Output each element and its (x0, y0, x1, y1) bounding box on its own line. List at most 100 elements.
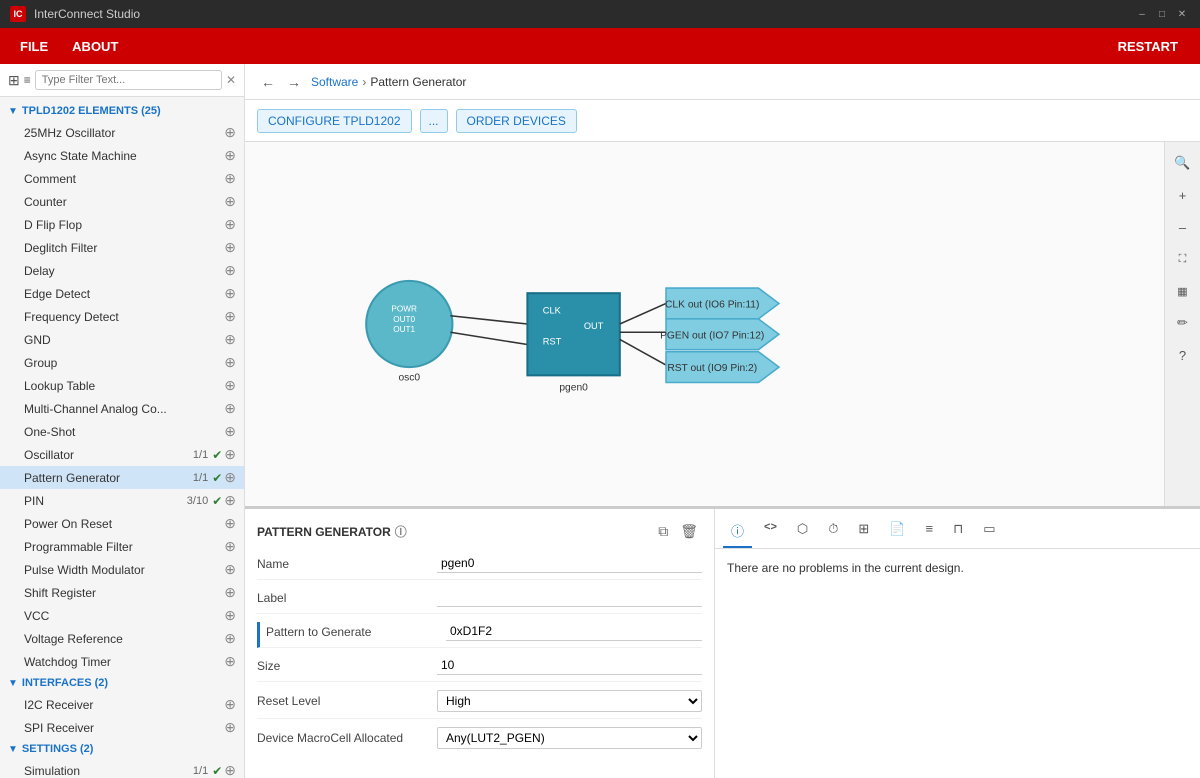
sidebar-item-voltref[interactable]: Voltage Reference⊕ (0, 627, 244, 650)
sidebar-item-pattergen[interactable]: Pattern Generator1/1✔⊕ (0, 466, 244, 489)
add-freq-icon[interactable]: ⊕ (224, 308, 236, 325)
sidebar-item-freq[interactable]: Frequency Detect⊕ (0, 305, 244, 328)
sidebar-item-multichan[interactable]: Multi-Channel Analog Co...⊕ (0, 397, 244, 420)
sidebar-item-edge[interactable]: Edge Detect⊕ (0, 282, 244, 305)
sidebar-item-comment[interactable]: Comment⊕ (0, 167, 244, 190)
sidebar-item-gnd[interactable]: GND⊕ (0, 328, 244, 351)
sidebar-item-dflip[interactable]: D Flip Flop⊕ (0, 213, 244, 236)
tab-list[interactable]: ≡ (917, 515, 941, 548)
sidebar-item-pwm[interactable]: Pulse Width Modulator⊕ (0, 558, 244, 581)
add-watchdog-icon[interactable]: ⊕ (224, 653, 236, 670)
properties-delete-button[interactable]: 🗑 (676, 521, 702, 542)
tab-params[interactable]: ⊞ (850, 515, 877, 548)
tab-timing[interactable]: ⊓ (945, 515, 971, 548)
tpld-section-header[interactable]: ▼ TPLD1202 ELEMENTS (25) (0, 101, 244, 121)
configure-tpld-button[interactable]: CONFIGURE TPLD1202 (257, 109, 412, 133)
sidebar-item-simulation[interactable]: Simulation1/1✔⊕ (0, 759, 244, 778)
add-shiftreg-icon[interactable]: ⊕ (224, 584, 236, 601)
add-delay-icon[interactable]: ⊕ (224, 262, 236, 279)
add-25mhz-icon[interactable]: ⊕ (224, 124, 236, 141)
name-input[interactable] (437, 554, 702, 573)
add-comment-icon[interactable]: ⊕ (224, 170, 236, 187)
sidebar-item-delay[interactable]: Delay⊕ (0, 259, 244, 282)
back-button[interactable]: ← (257, 74, 279, 90)
settings-section-header[interactable]: ▼ SETTINGS (2) (0, 739, 244, 759)
sidebar-item-group[interactable]: Group⊕ (0, 351, 244, 374)
sidebar-item-async[interactable]: Async State Machine⊕ (0, 144, 244, 167)
sidebar-item-watchdog[interactable]: Watchdog Timer⊕ (0, 650, 244, 673)
tab-history[interactable]: ⏱ (820, 515, 846, 548)
pattern-label: Pattern to Generate (266, 625, 446, 639)
sidebar-item-progfilt[interactable]: Programmable Filter⊕ (0, 535, 244, 558)
sidebar-item-spi[interactable]: SPI Receiver⊕ (0, 716, 244, 739)
sidebar-item-25mhz[interactable]: 25MHz Oscillator⊕ (0, 121, 244, 144)
add-group-icon[interactable]: ⊕ (224, 354, 236, 371)
forward-button[interactable]: → (283, 74, 305, 90)
order-devices-button[interactable]: ORDER DEVICES (456, 109, 577, 133)
more-button[interactable]: ... (420, 109, 448, 133)
pen-tool-button[interactable]: ✏ (1170, 310, 1196, 336)
zoom-out-tool-button[interactable]: – (1170, 214, 1196, 240)
add-counter-icon[interactable]: ⊕ (224, 193, 236, 210)
zoom-in-tool-button[interactable]: + (1170, 182, 1196, 208)
sidebar-item-oneshot[interactable]: One-Shot⊕ (0, 420, 244, 443)
add-spi-icon[interactable]: ⊕ (224, 719, 236, 736)
device-macro-select[interactable]: Any(LUT2_PGEN) (437, 727, 702, 749)
pattern-input[interactable] (446, 622, 702, 641)
restart-button[interactable]: RESTART (1106, 35, 1190, 58)
grid-tool-button[interactable]: ▦ (1170, 278, 1196, 304)
add-oneshot-icon[interactable]: ⊕ (224, 423, 236, 440)
add-pin-icon[interactable]: ⊕ (224, 492, 236, 509)
add-edge-icon[interactable]: ⊕ (224, 285, 236, 302)
reset-level-select[interactable]: High Low (437, 690, 702, 712)
properties-copy-button[interactable]: ⧉ (654, 521, 672, 542)
add-vcc-icon[interactable]: ⊕ (224, 607, 236, 624)
properties-title: PATTERN GENERATOR ⓘ (257, 523, 407, 540)
add-multichan-icon[interactable]: ⊕ (224, 400, 236, 417)
add-powreset-icon[interactable]: ⊕ (224, 515, 236, 532)
add-deglitch-icon[interactable]: ⊕ (224, 239, 236, 256)
add-progfilt-icon[interactable]: ⊕ (224, 538, 236, 555)
clear-search-icon[interactable]: ✕ (226, 73, 236, 87)
search-tool-button[interactable]: 🔍 (1170, 150, 1196, 176)
right-panel: ← → Software › Pattern Generator CONFIGU… (245, 64, 1200, 778)
interfaces-section-header[interactable]: ▼ INTERFACES (2) (0, 673, 244, 693)
sidebar-item-powreset[interactable]: Power On Reset⊕ (0, 512, 244, 535)
add-gnd-icon[interactable]: ⊕ (224, 331, 236, 348)
add-simulation-icon[interactable]: ⊕ (224, 762, 236, 778)
file-menu[interactable]: FILE (10, 35, 58, 58)
fit-tool-button[interactable]: ⛶ (1170, 246, 1196, 272)
tab-info[interactable]: ⓘ (723, 515, 752, 548)
sidebar-grid-icon: ⊞ (8, 72, 20, 89)
label-input[interactable] (437, 588, 702, 607)
sidebar-item-deglitch[interactable]: Deglitch Filter⊕ (0, 236, 244, 259)
add-lookup-icon[interactable]: ⊕ (224, 377, 236, 394)
sidebar-item-pin[interactable]: PIN3/10✔⊕ (0, 489, 244, 512)
add-async-icon[interactable]: ⊕ (224, 147, 236, 164)
tab-doc[interactable]: 📄 (881, 515, 913, 548)
sidebar-item-shiftreg[interactable]: Shift Register⊕ (0, 581, 244, 604)
diagram-area[interactable]: POWR OUT0 OUT1 osc0 CLK RST OUT pgen0 (245, 142, 1200, 508)
breadcrumb-software[interactable]: Software (311, 75, 358, 89)
close-button[interactable]: ✕ (1174, 6, 1190, 22)
add-pwm-icon[interactable]: ⊕ (224, 561, 236, 578)
search-input[interactable] (35, 70, 222, 90)
sidebar-item-counter[interactable]: Counter⊕ (0, 190, 244, 213)
minimize-button[interactable]: – (1134, 6, 1150, 22)
add-voltref-icon[interactable]: ⊕ (224, 630, 236, 647)
tab-layout[interactable]: ▭ (975, 515, 1003, 548)
maximize-button[interactable]: □ (1154, 6, 1170, 22)
sidebar-item-oscillator[interactable]: Oscillator1/1✔⊕ (0, 443, 244, 466)
tab-chip[interactable]: ⬡ (789, 515, 816, 548)
add-pattergen-icon[interactable]: ⊕ (224, 469, 236, 486)
sidebar-item-lookup[interactable]: Lookup Table⊕ (0, 374, 244, 397)
about-menu[interactable]: ABOUT (62, 35, 128, 58)
size-input[interactable] (437, 656, 702, 675)
add-dflip-icon[interactable]: ⊕ (224, 216, 236, 233)
add-oscillator-icon[interactable]: ⊕ (224, 446, 236, 463)
sidebar-item-vcc[interactable]: VCC⊕ (0, 604, 244, 627)
sidebar-item-i2c[interactable]: I2C Receiver⊕ (0, 693, 244, 716)
help-tool-button[interactable]: ? (1170, 342, 1196, 368)
add-i2c-icon[interactable]: ⊕ (224, 696, 236, 713)
tab-code[interactable]: <> (756, 515, 785, 548)
